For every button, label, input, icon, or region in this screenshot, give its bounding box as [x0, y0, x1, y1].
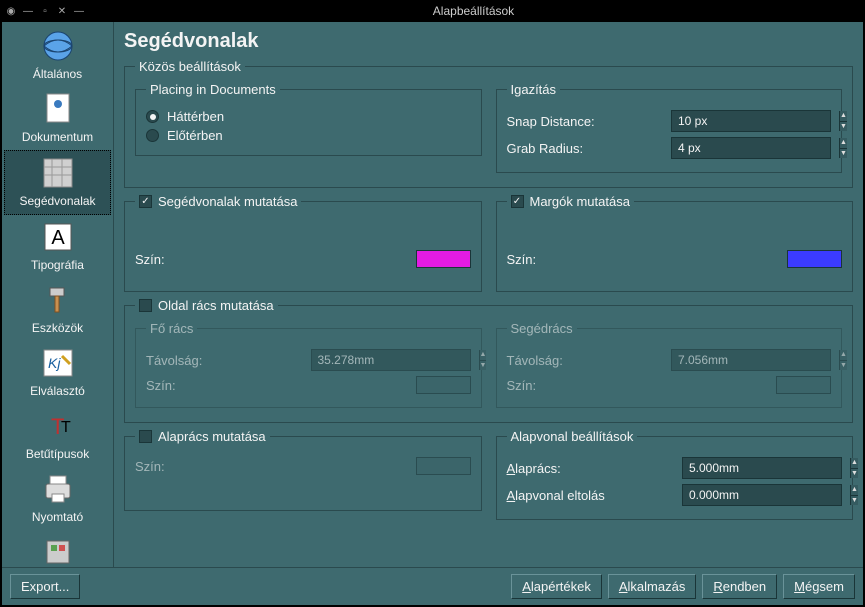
- app-icon: ◉: [4, 4, 18, 18]
- hyphenation-icon: Kj: [40, 345, 76, 381]
- export-button[interactable]: Export...: [10, 574, 80, 599]
- window-title: Alapbeállítások: [86, 4, 861, 18]
- snap-distance-input[interactable]: ▲▼: [671, 110, 831, 132]
- ok-button[interactable]: Rendben: [702, 574, 777, 599]
- group-main-grid: Fő rács Távolság: ▲▼ Szín:: [135, 321, 482, 408]
- apply-button[interactable]: Alkalmazás: [608, 574, 696, 599]
- globe-icon: [40, 28, 76, 64]
- chevron-up-icon[interactable]: ▲: [839, 138, 847, 149]
- svg-text:A: A: [51, 227, 65, 249]
- sub-grid-color-swatch: [776, 376, 831, 394]
- sidebar-item-hyphenation[interactable]: Kj Elválasztó: [4, 341, 111, 404]
- svg-text:T: T: [61, 419, 71, 436]
- chevron-up-icon[interactable]: ▲: [850, 485, 858, 496]
- shade-icon[interactable]: —: [72, 4, 86, 18]
- page-title: Segédvonalak: [124, 30, 853, 53]
- sidebar-item-tools[interactable]: Eszközök: [4, 278, 111, 341]
- radio-off-icon: [146, 129, 159, 142]
- main-grid-color-swatch: [416, 376, 471, 394]
- chevron-up-icon[interactable]: ▲: [850, 458, 858, 469]
- group-show-guides: Segédvonalak mutatása Szín:: [124, 194, 482, 292]
- radio-on-icon: [146, 110, 159, 123]
- sidebar-item-document[interactable]: Dokumentum: [4, 87, 111, 150]
- sidebar-item-preflight[interactable]: Preflight Veri...: [4, 530, 111, 567]
- settings-panel: Segédvonalak Közös beállítások Placing i…: [114, 22, 863, 567]
- printer-icon: [40, 471, 76, 507]
- margin-color-swatch[interactable]: [787, 250, 842, 268]
- chevron-down-icon[interactable]: ▼: [850, 496, 858, 506]
- maximize-icon[interactable]: ▫: [38, 4, 52, 18]
- sidebar-item-guides[interactable]: Segédvonalak: [4, 150, 111, 215]
- checkbox-base-grid[interactable]: [139, 430, 152, 443]
- group-placing: Placing in Documents Háttérben Előtérben: [135, 82, 482, 156]
- sidebar-item-printer[interactable]: Nyomtató: [4, 467, 111, 530]
- hammer-icon: [40, 282, 76, 318]
- chevron-down-icon[interactable]: ▼: [839, 149, 847, 159]
- document-icon: [40, 91, 76, 127]
- defaults-button[interactable]: Alapértékek: [511, 574, 602, 599]
- group-base-grid: Alaprács mutatása Szín:: [124, 429, 482, 511]
- guides-icon: [40, 155, 76, 191]
- grab-radius-input[interactable]: ▲▼: [671, 137, 831, 159]
- group-sub-grid: Segédrács Távolság: ▲▼ Szín:: [496, 321, 843, 408]
- fonts-icon: TT: [40, 408, 76, 444]
- radio-foreground[interactable]: Előtérben: [146, 128, 471, 143]
- checkbox-show-guides[interactable]: [139, 195, 152, 208]
- checkbox-show-margins[interactable]: [511, 195, 524, 208]
- sidebar-item-fonts[interactable]: TT Betűtípusok: [4, 404, 111, 467]
- chevron-down-icon[interactable]: ▼: [850, 469, 858, 479]
- checkbox-page-grid[interactable]: [139, 299, 152, 312]
- button-bar: Export... Alapértékek Alkalmazás Rendben…: [2, 567, 863, 605]
- preflight-icon: [40, 534, 76, 567]
- sub-grid-distance-input: ▲▼: [671, 349, 831, 371]
- group-baseline-settings: Alapvonal beállítások Alaprács: ▲▼ Alapv…: [496, 429, 854, 520]
- minimize-icon[interactable]: —: [21, 4, 35, 18]
- guide-color-swatch[interactable]: [416, 250, 471, 268]
- chevron-down-icon[interactable]: ▼: [839, 122, 847, 132]
- baseline-offset-input[interactable]: ▲▼: [682, 484, 842, 506]
- typography-icon: A: [40, 219, 76, 255]
- sidebar-item-typography[interactable]: A Tipográfia: [4, 215, 111, 278]
- group-common: Közös beállítások Placing in Documents H…: [124, 59, 853, 188]
- cancel-button[interactable]: Mégsem: [783, 574, 855, 599]
- base-grid-color-swatch: [416, 457, 471, 475]
- chevron-up-icon[interactable]: ▲: [839, 111, 847, 122]
- sidebar: Általános Dokumentum Segédvonalak A Tipo…: [2, 22, 114, 567]
- titlebar: ◉ — ▫ ✕ — Alapbeállítások: [0, 0, 865, 22]
- group-page-grid: Oldal rács mutatása Fő rács Távolság: ▲▼…: [124, 298, 853, 423]
- sidebar-item-general[interactable]: Általános: [4, 24, 111, 87]
- baseline-grid-input[interactable]: ▲▼: [682, 457, 842, 479]
- svg-text:Kj: Kj: [48, 355, 61, 371]
- group-alignment: Igazítás Snap Distance: ▲▼ Grab Radius: …: [496, 82, 843, 173]
- radio-background[interactable]: Háttérben: [146, 109, 471, 124]
- group-show-margins: Margók mutatása Szín:: [496, 194, 854, 292]
- main-grid-distance-input: ▲▼: [311, 349, 471, 371]
- close-icon[interactable]: ✕: [55, 4, 69, 18]
